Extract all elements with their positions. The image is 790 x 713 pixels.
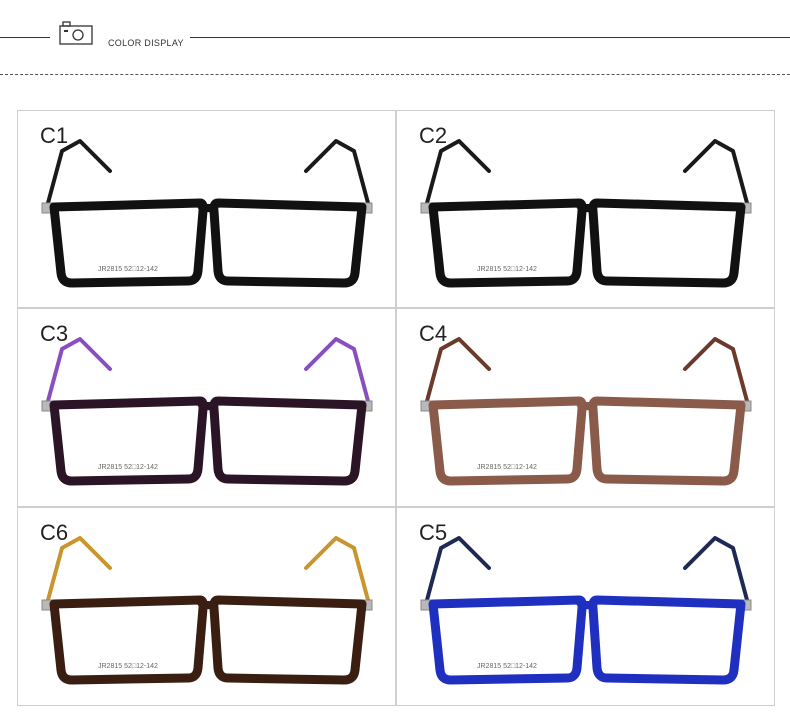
glasses-image: JR2815 52□12-142 — [420, 139, 752, 288]
variant-label: C5 — [419, 520, 448, 545]
frame-imprint: JR2815 52□12-142 — [477, 464, 537, 471]
camera-icon — [59, 21, 93, 45]
variant-card: JR2815 52□12-142 C2 — [396, 110, 775, 308]
temple-right — [683, 536, 749, 602]
lens-right — [588, 198, 746, 288]
variant-label: C2 — [419, 123, 448, 148]
bridge — [576, 204, 598, 215]
frame-imprint: JR2815 52□12-142 — [477, 663, 537, 670]
lens-right — [209, 198, 367, 288]
frame-imprint: JR2815 52□12-142 — [98, 663, 158, 670]
temple-left — [46, 536, 112, 602]
glasses-image: JR2815 52□12-142 — [41, 139, 373, 288]
dashed-separator — [0, 74, 790, 75]
temple-left — [46, 337, 112, 403]
lens-right — [209, 396, 367, 486]
lens-right — [588, 595, 746, 685]
temple-right — [683, 337, 749, 403]
bridge — [576, 601, 598, 612]
temple-right — [683, 139, 749, 205]
glasses-image: JR2815 52□12-142 — [41, 337, 373, 486]
section-header: COLOR DISPLAY — [0, 0, 790, 80]
variants-grid: JR2815 52□12-142 C1 JR2815 52□12-142 C2 … — [17, 110, 775, 706]
variant-card: JR2815 52□12-142 C1 — [17, 110, 396, 308]
glasses-image: JR2815 52□12-142 — [420, 536, 752, 685]
frame-imprint: JR2815 52□12-142 — [98, 266, 158, 273]
variant-card: JR2815 52□12-142 C3 — [17, 308, 396, 507]
bridge — [197, 601, 219, 612]
header-divider-right — [190, 37, 790, 38]
lens-right — [209, 595, 367, 685]
temple-left — [425, 337, 491, 403]
header-divider-left — [0, 37, 50, 38]
temple-right — [304, 337, 370, 403]
frame-imprint: JR2815 52□12-142 — [477, 266, 537, 273]
variant-label: C6 — [40, 520, 69, 545]
header-title: COLOR DISPLAY — [108, 38, 184, 48]
variant-label: C4 — [419, 321, 448, 346]
glasses-image: JR2815 52□12-142 — [420, 337, 752, 486]
bridge — [197, 204, 219, 215]
bridge — [197, 402, 219, 413]
variant-card: JR2815 52□12-142 C5 — [396, 507, 775, 706]
variant-card: JR2815 52□12-142 C6 — [17, 507, 396, 706]
variant-card: JR2815 52□12-142 C4 — [396, 308, 775, 507]
variant-label: C1 — [40, 123, 69, 148]
glasses-image: JR2815 52□12-142 — [41, 536, 373, 685]
temple-left — [46, 139, 112, 205]
variant-label: C3 — [40, 321, 69, 346]
temple-right — [304, 536, 370, 602]
frame-imprint: JR2815 52□12-142 — [98, 464, 158, 471]
temple-right — [304, 139, 370, 205]
temple-left — [425, 139, 491, 205]
bridge — [576, 402, 598, 413]
temple-left — [425, 536, 491, 602]
lens-right — [588, 396, 746, 486]
